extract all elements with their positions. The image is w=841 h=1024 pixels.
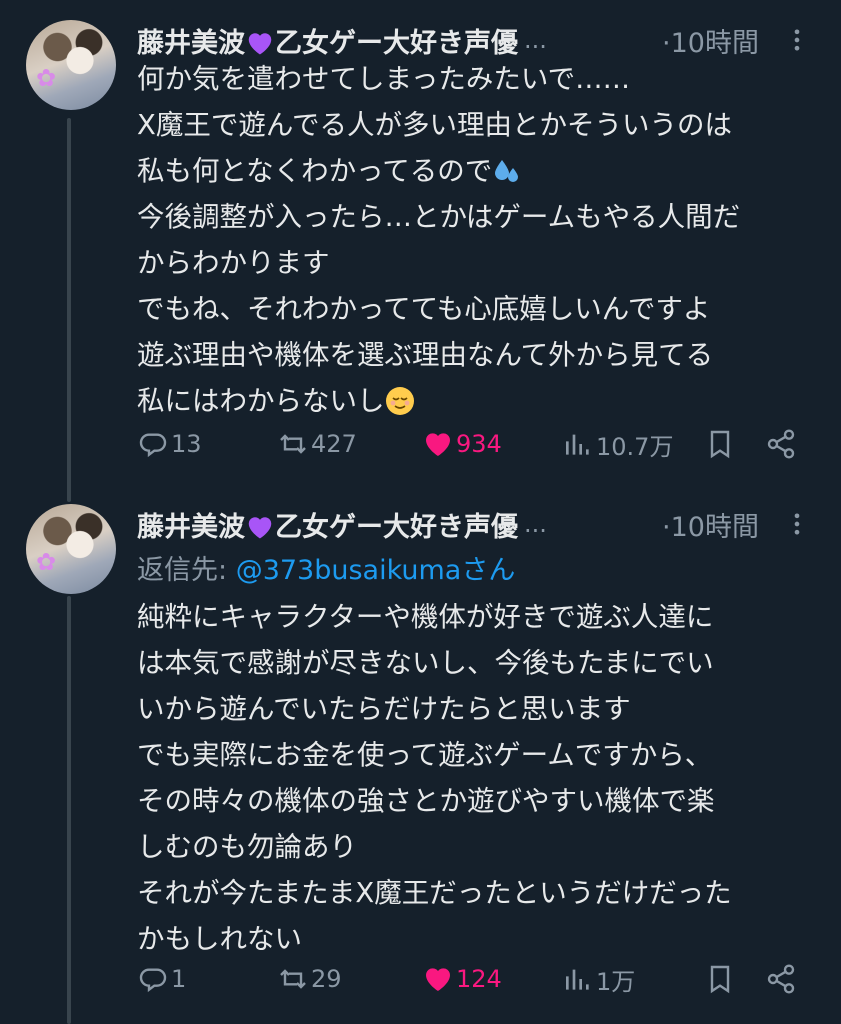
name-truncation: ... [524, 510, 547, 538]
tweet[interactable]: ✿ 藤井美波 乙女ゲー大好き声優 ... ·10時間 返信先: @373busai… [0, 500, 841, 1024]
reply-button[interactable]: 1 [137, 959, 186, 999]
timestamp[interactable]: ·10時間 [662, 505, 759, 544]
bookmark-button[interactable] [704, 424, 736, 464]
text-line: は本気で感謝が尽きないし、今後もたまにでい [137, 647, 714, 679]
tweet-actions: 13 427 934 10.7万 [137, 424, 827, 464]
reply-icon [139, 968, 167, 993]
share-icon [767, 429, 795, 459]
more-options-icon[interactable] [783, 510, 811, 538]
text-line: しむのも勿論あり [137, 831, 357, 863]
retweet-button[interactable]: 29 [277, 959, 342, 999]
text-line: X魔王で遊んでる人が多い理由とかそういうのは [137, 109, 732, 141]
reply-count: 13 [171, 430, 202, 458]
views-button[interactable]: 10.7万 [562, 424, 673, 464]
reply-to-label: 返信先: @373busaikumaさん [137, 548, 515, 587]
retweet-button[interactable]: 427 [277, 424, 357, 464]
name-truncation: ... [524, 26, 547, 54]
like-count: 934 [456, 430, 502, 458]
tweet-actions: 1 29 124 1万 [137, 959, 827, 999]
retweet-count: 29 [311, 965, 342, 993]
share-button[interactable] [765, 424, 797, 464]
tweet-text: 純粋にキャラクターや機体が好きで遊ぶ人達に は本気で感謝が尽きないし、今後もたま… [137, 594, 827, 962]
like-button[interactable]: 934 [422, 424, 502, 464]
text-line: からわかります [137, 247, 330, 279]
tweet-header: 藤井美波 乙女ゲー大好き声優 ... ·10時間 [137, 504, 811, 544]
views-count: 10.7万 [596, 432, 674, 461]
reply-count: 1 [171, 965, 187, 993]
relieved-face-icon [385, 387, 414, 415]
bookmark-icon [710, 430, 730, 459]
text-line: 遊ぶ理由や機体を選ぶ理由なんて外から見てる [137, 339, 714, 371]
avatar-stamp-icon: ✿ [36, 64, 57, 92]
text-line: でも実際にお金を使って遊ぶゲームですから、 [137, 739, 713, 771]
text-line: その時々の機体の強さとか遊びやすい機体で楽 [137, 785, 715, 817]
sweat-droplets-icon [495, 160, 519, 182]
reply-button[interactable]: 13 [137, 424, 202, 464]
share-button[interactable] [765, 959, 797, 999]
avatar[interactable]: ✿ [26, 504, 116, 594]
avatar[interactable]: ✿ [26, 20, 116, 110]
reply-to-handle-link[interactable]: @373busaikumaさん [236, 555, 516, 586]
heart-filled-icon [426, 433, 450, 456]
timestamp[interactable]: ·10時間 [662, 21, 759, 60]
like-count: 124 [456, 965, 502, 993]
more-options-icon[interactable] [783, 26, 811, 54]
reply-to-prefix: 返信先: [137, 555, 236, 586]
views-chart-icon [566, 969, 589, 990]
views-button[interactable]: 1万 [562, 959, 635, 999]
retweet-icon [280, 434, 306, 454]
bookmark-icon [710, 965, 730, 994]
like-button[interactable]: 124 [422, 959, 502, 999]
text-line: 今後調整が入ったら…とかはゲームもやる人間だ [137, 201, 741, 233]
text-line: でもね、それわかってても心底嬉しいんですよ [137, 293, 711, 325]
views-count: 1万 [596, 967, 636, 996]
retweet-icon [280, 969, 306, 989]
text-line: 何か気を遣わせてしまったみたいで…… [137, 63, 631, 95]
text-line: 私にはわからないし [137, 378, 827, 424]
tweet[interactable]: ✿ 藤井美波 乙女ゲー大好き声優 ... ·10時間 何か気を遣わせてしまったみた… [0, 0, 841, 500]
avatar-stamp-icon: ✿ [36, 548, 57, 576]
reply-icon [139, 433, 167, 458]
text-line: 純粋にキャラクターや機体が好きで遊ぶ人達に [137, 601, 714, 633]
views-chart-icon [566, 434, 589, 455]
retweet-count: 427 [311, 430, 357, 458]
tweet-text: 何か気を遣わせてしまったみたいで…… X魔王で遊んでる人が多い理由とかそういうの… [137, 56, 827, 424]
text-line: かもしれない [137, 923, 302, 955]
purple-heart-icon [248, 32, 272, 54]
share-icon [767, 964, 795, 994]
tweet-header: 藤井美波 乙女ゲー大好き声優 ... ·10時間 [137, 20, 811, 60]
text-line: いから遊んでいたらだけたらと思います [137, 693, 631, 725]
text-line: それが今たまたまX魔王だったというだけだった [137, 877, 732, 909]
heart-filled-icon [426, 968, 450, 991]
bookmark-button[interactable] [704, 959, 736, 999]
author-name[interactable]: 藤井美波 乙女ゲー大好き声優 [137, 21, 518, 60]
author-name[interactable]: 藤井美波 乙女ゲー大好き声優 [137, 505, 518, 544]
purple-heart-icon [248, 516, 272, 538]
text-line: 私も何となくわかってるので [137, 148, 827, 194]
